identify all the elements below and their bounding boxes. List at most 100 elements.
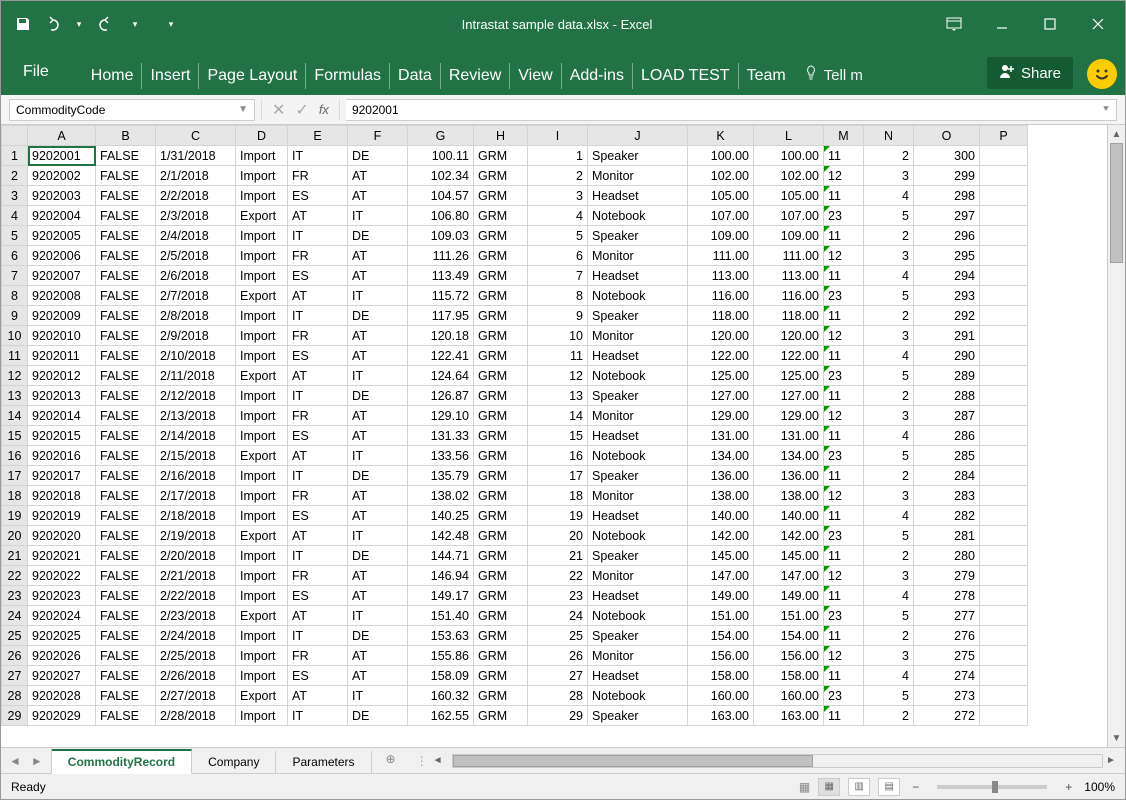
cell[interactable]: 156.00 — [754, 646, 824, 666]
ribbon-tab-formulas[interactable]: Formulas — [306, 63, 390, 89]
cell[interactable]: FALSE — [96, 366, 156, 386]
cell[interactable]: IT — [288, 626, 348, 646]
cell[interactable]: 2/21/2018 — [156, 566, 236, 586]
cell[interactable]: 9202002 — [28, 166, 96, 186]
column-header-G[interactable]: G — [408, 126, 474, 146]
cell[interactable]: IT — [348, 446, 408, 466]
cell[interactable]: 299 — [914, 166, 980, 186]
cell[interactable]: 2 — [864, 706, 914, 726]
cell[interactable]: 138.00 — [688, 486, 754, 506]
cell[interactable]: IT — [288, 146, 348, 166]
cell[interactable]: 9202019 — [28, 506, 96, 526]
cell[interactable]: DE — [348, 226, 408, 246]
cell[interactable]: Import — [236, 146, 288, 166]
cell[interactable]: 23 — [824, 686, 864, 706]
sheet-nav-next-icon[interactable]: ► — [31, 754, 43, 768]
cell[interactable]: DE — [348, 546, 408, 566]
cell[interactable]: 12 — [824, 486, 864, 506]
cell[interactable]: 11 — [824, 546, 864, 566]
cell[interactable]: 9202015 — [28, 426, 96, 446]
cell[interactable]: 25 — [528, 626, 588, 646]
select-all-corner[interactable] — [2, 126, 28, 146]
cell[interactable]: GRM — [474, 506, 528, 526]
cell[interactable]: AT — [288, 206, 348, 226]
cell[interactable]: 9202018 — [28, 486, 96, 506]
cell[interactable]: Import — [236, 246, 288, 266]
cell[interactable]: 113.00 — [754, 266, 824, 286]
redo-dropdown-icon[interactable]: ▾ — [123, 12, 147, 36]
cell[interactable]: 5 — [864, 526, 914, 546]
cell[interactable]: 9202025 — [28, 626, 96, 646]
cell[interactable]: 126.87 — [408, 386, 474, 406]
cell[interactable]: 283 — [914, 486, 980, 506]
cell[interactable]: 2/11/2018 — [156, 366, 236, 386]
cell[interactable]: 1 — [528, 146, 588, 166]
name-box-dropdown-icon[interactable]: ▼ — [238, 104, 248, 115]
cell[interactable]: 2/23/2018 — [156, 606, 236, 626]
cell[interactable]: 3 — [864, 646, 914, 666]
cell[interactable]: Import — [236, 566, 288, 586]
cell[interactable]: Headset — [588, 506, 688, 526]
cell[interactable]: AT — [348, 566, 408, 586]
cell[interactable]: 2/24/2018 — [156, 626, 236, 646]
column-header-M[interactable]: M — [824, 126, 864, 146]
cell[interactable]: 5 — [864, 366, 914, 386]
cell[interactable]: FALSE — [96, 606, 156, 626]
sheet-tab-parameters[interactable]: Parameters — [276, 751, 371, 773]
cell[interactable]: 9202016 — [28, 446, 96, 466]
cell[interactable]: GRM — [474, 246, 528, 266]
cell[interactable]: Import — [236, 166, 288, 186]
cell[interactable]: 117.95 — [408, 306, 474, 326]
cell[interactable]: 281 — [914, 526, 980, 546]
cell[interactable]: 9202028 — [28, 686, 96, 706]
cell[interactable]: 9202029 — [28, 706, 96, 726]
page-break-view-button[interactable]: ▤ — [878, 778, 900, 796]
column-header-B[interactable]: B — [96, 126, 156, 146]
cell[interactable]: FALSE — [96, 266, 156, 286]
cell[interactable]: 131.00 — [688, 426, 754, 446]
cell[interactable]: 292 — [914, 306, 980, 326]
cell[interactable]: 2/4/2018 — [156, 226, 236, 246]
cell[interactable]: 155.86 — [408, 646, 474, 666]
cell[interactable]: IT — [288, 466, 348, 486]
cell[interactable]: Import — [236, 646, 288, 666]
cell[interactable]: Export — [236, 286, 288, 306]
cell[interactable]: 9202009 — [28, 306, 96, 326]
cell[interactable] — [980, 466, 1028, 486]
cell[interactable]: 145.00 — [754, 546, 824, 566]
cell[interactable]: ES — [288, 666, 348, 686]
cell[interactable]: 9 — [528, 306, 588, 326]
cell[interactable]: 129.00 — [688, 406, 754, 426]
zoom-slider[interactable] — [937, 785, 1047, 789]
cell[interactable] — [980, 446, 1028, 466]
cell[interactable]: 145.00 — [688, 546, 754, 566]
cell[interactable]: IT — [348, 366, 408, 386]
cell[interactable]: 23 — [824, 206, 864, 226]
cell[interactable]: AT — [348, 326, 408, 346]
cell[interactable]: 136.00 — [754, 466, 824, 486]
macro-record-icon[interactable]: ▦ — [799, 780, 810, 794]
cell[interactable]: Notebook — [588, 206, 688, 226]
ribbon-tab-page-layout[interactable]: Page Layout — [199, 63, 306, 89]
spreadsheet-grid[interactable]: ABCDEFGHIJKLMNOP19202001FALSE1/31/2018Im… — [1, 125, 1125, 747]
cell[interactable]: FALSE — [96, 426, 156, 446]
cell[interactable]: 2/2/2018 — [156, 186, 236, 206]
cell[interactable]: IT — [288, 386, 348, 406]
cell[interactable]: 146.94 — [408, 566, 474, 586]
cell[interactable]: 160.00 — [754, 686, 824, 706]
cell[interactable]: 26 — [528, 646, 588, 666]
cell[interactable]: 111.00 — [688, 246, 754, 266]
cell[interactable]: ES — [288, 586, 348, 606]
cell[interactable]: IT — [288, 306, 348, 326]
cell[interactable]: 16 — [528, 446, 588, 466]
sheet-nav-prev-icon[interactable]: ◄ — [9, 754, 21, 768]
cell[interactable]: FALSE — [96, 326, 156, 346]
horizontal-scrollbar[interactable] — [452, 754, 1103, 768]
cell[interactable]: IT — [348, 526, 408, 546]
row-header[interactable]: 13 — [2, 386, 28, 406]
cell[interactable]: 9202023 — [28, 586, 96, 606]
cell[interactable]: 274 — [914, 666, 980, 686]
cell[interactable]: 147.00 — [754, 566, 824, 586]
cell[interactable]: 6 — [528, 246, 588, 266]
cell[interactable]: 12 — [824, 166, 864, 186]
